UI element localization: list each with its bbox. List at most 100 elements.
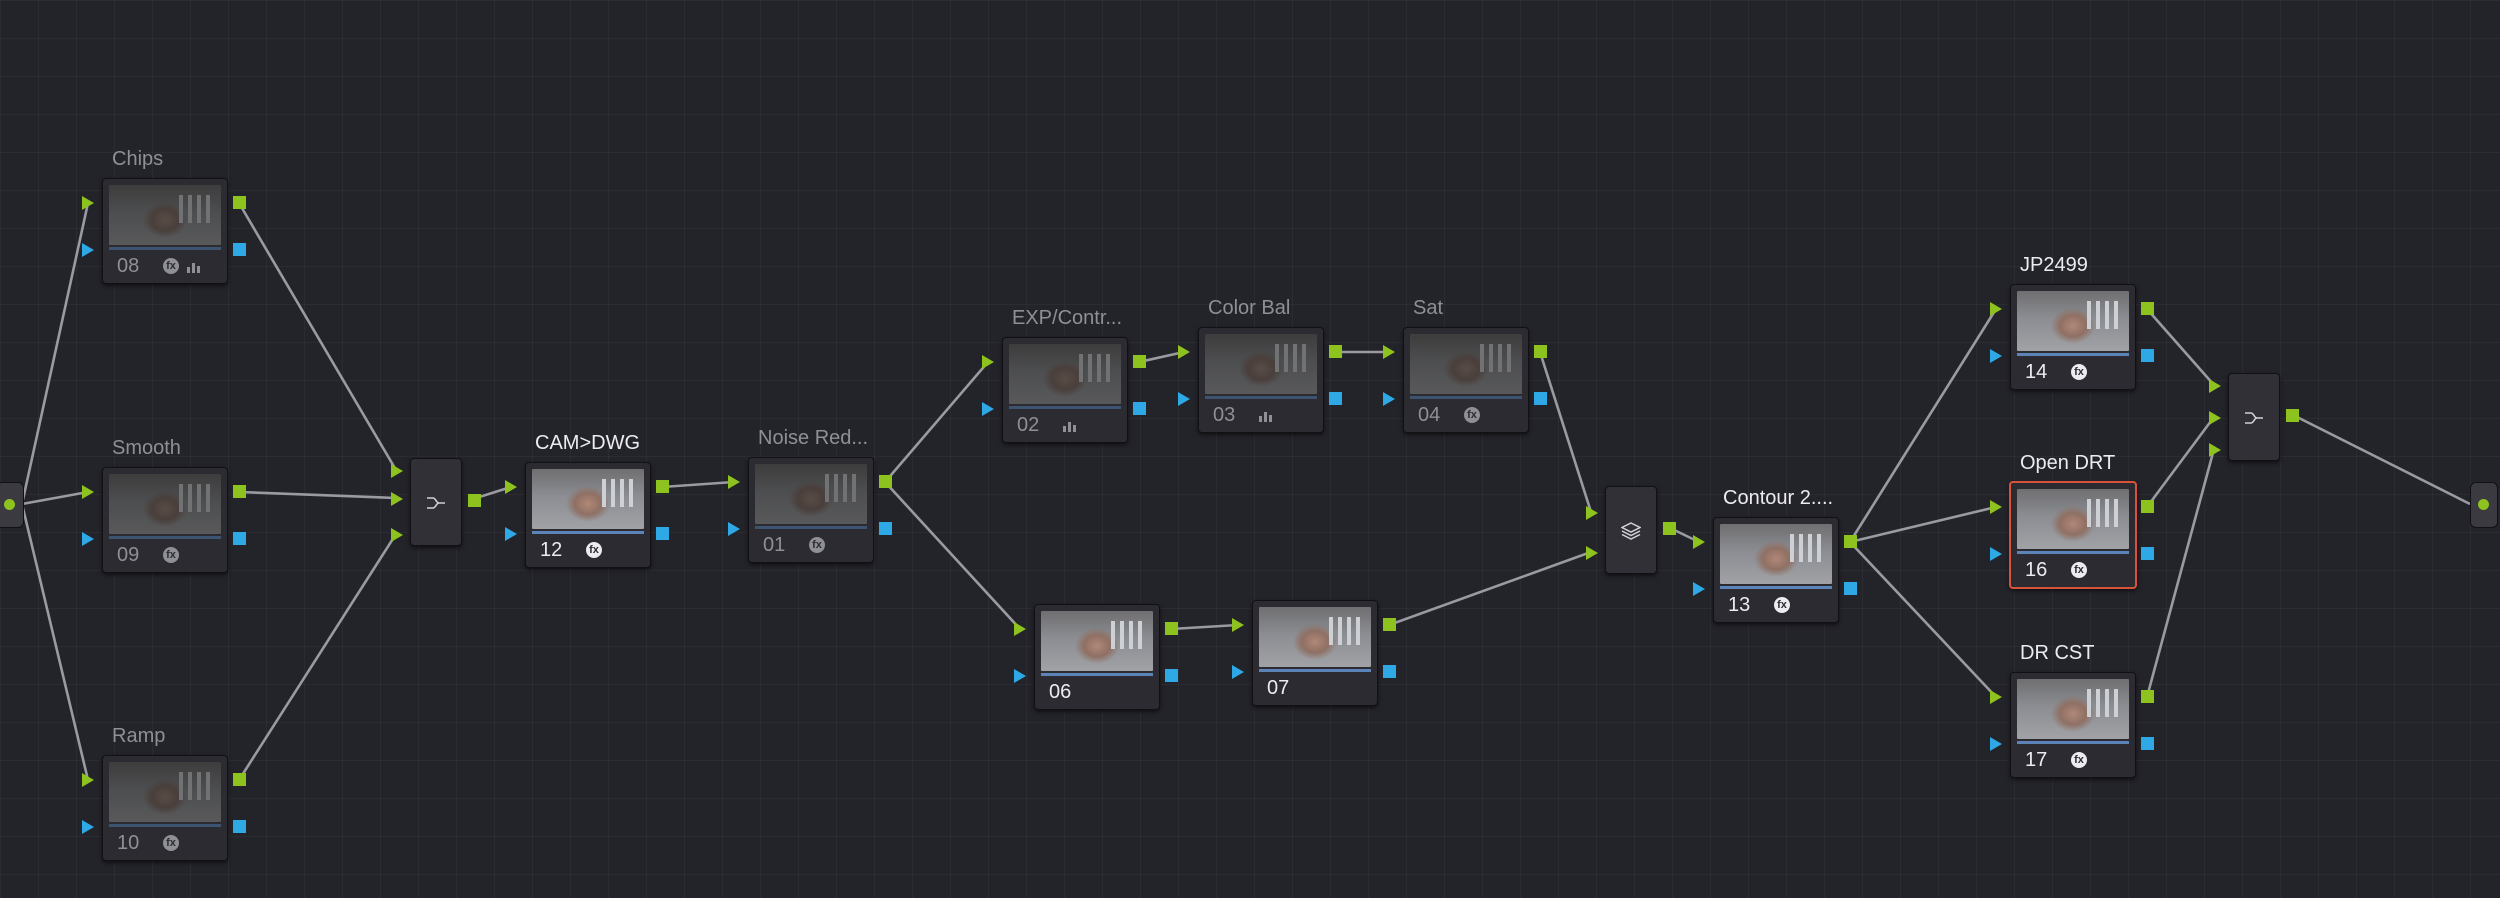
connection-wire[interactable]	[1849, 505, 1997, 544]
rgb-input-port[interactable]	[1990, 690, 2002, 704]
rgb-output-port[interactable]	[1383, 618, 1396, 631]
node-body[interactable]: 04 fx	[1403, 327, 1529, 433]
rgb-output-port[interactable]	[2141, 302, 2154, 315]
rgb-input-port[interactable]	[1990, 302, 2002, 316]
rgb-input-port[interactable]	[1586, 546, 1598, 560]
connection-wire[interactable]	[661, 480, 735, 489]
rgb-input-port[interactable]	[391, 528, 403, 542]
node-graph-canvas[interactable]: Chips 08 fx Smooth 09 fx Ramp 10 fx CAM>DWG 12 fx No…	[0, 0, 2500, 898]
rgb-output-port[interactable]	[656, 480, 669, 493]
rgb-input-port[interactable]	[1014, 622, 1026, 636]
output-endpoint[interactable]	[2470, 482, 2498, 528]
key-output-port[interactable]	[1329, 392, 1342, 405]
key-input-port[interactable]	[1693, 582, 1705, 596]
key-output-port[interactable]	[2141, 349, 2154, 362]
key-output-port[interactable]	[2141, 737, 2154, 750]
rgb-input-port[interactable]	[1693, 535, 1705, 549]
key-output-port[interactable]	[1133, 402, 1146, 415]
rgb-input-port[interactable]	[391, 492, 403, 506]
connection-wire[interactable]	[2145, 416, 2216, 508]
rgb-input-port[interactable]	[82, 773, 94, 787]
node-body[interactable]: 12 fx	[525, 462, 651, 568]
rgb-input-port[interactable]	[1383, 345, 1395, 359]
key-input-port[interactable]	[82, 243, 94, 257]
key-input-port[interactable]	[1990, 547, 2002, 561]
rgb-output-port[interactable]	[879, 475, 892, 488]
rgb-output-port[interactable]	[2141, 500, 2154, 513]
rgb-output-port[interactable]	[233, 773, 246, 786]
key-output-port[interactable]	[1844, 582, 1857, 595]
rgb-input-port[interactable]	[82, 485, 94, 499]
node-body[interactable]: 08 fx	[102, 178, 228, 284]
key-output-port[interactable]	[2141, 547, 2154, 560]
parallel-mixer-2[interactable]	[2209, 373, 2299, 461]
layer-mixer[interactable]	[1586, 486, 1676, 574]
node-body[interactable]: 17 fx	[2010, 672, 2136, 778]
rgb-input-port[interactable]	[505, 480, 517, 494]
rgb-input-port[interactable]	[391, 464, 403, 478]
node-body[interactable]: 10 fx	[102, 755, 228, 861]
key-output-port[interactable]	[1165, 669, 1178, 682]
rgb-output-port[interactable]	[1534, 345, 1547, 358]
connection-wire[interactable]	[2145, 448, 2216, 698]
connection-wire[interactable]	[884, 481, 1021, 630]
connection-wire[interactable]	[21, 490, 89, 506]
connection-wire[interactable]	[1849, 541, 1997, 698]
rgb-output-port[interactable]	[233, 485, 246, 498]
key-output-port[interactable]	[879, 522, 892, 535]
rgb-output-port[interactable]	[233, 196, 246, 209]
key-output-port[interactable]	[656, 527, 669, 540]
rgb-input-port[interactable]	[1990, 500, 2002, 514]
key-output-port[interactable]	[233, 820, 246, 833]
rgb-input-port[interactable]	[2209, 379, 2221, 393]
rgb-input-port[interactable]	[982, 355, 994, 369]
node-body[interactable]: 16 fx	[2009, 481, 2137, 589]
key-input-port[interactable]	[1178, 392, 1190, 406]
key-output-port[interactable]	[1534, 392, 1547, 405]
connection-wire[interactable]	[1170, 623, 1239, 631]
rgb-output-port[interactable]	[1133, 355, 1146, 368]
rgb-output-port[interactable]	[1329, 345, 1342, 358]
rgb-output-port[interactable]	[1165, 622, 1178, 635]
node-body[interactable]: 09 fx	[102, 467, 228, 573]
node-body[interactable]: 02	[1002, 337, 1128, 443]
source-endpoint[interactable]	[0, 482, 24, 528]
rgb-output-port[interactable]	[1844, 535, 1857, 548]
key-input-port[interactable]	[505, 527, 517, 541]
connection-wire[interactable]	[1848, 308, 1998, 543]
key-input-port[interactable]	[1014, 669, 1026, 683]
rgb-output-port[interactable]	[2286, 409, 2299, 422]
key-input-port[interactable]	[1232, 665, 1244, 679]
node-body[interactable]: 01 fx	[748, 457, 874, 563]
node-body[interactable]: 13 fx	[1713, 517, 1839, 623]
connection-wire[interactable]	[1388, 550, 1592, 627]
key-input-port[interactable]	[1383, 392, 1395, 406]
key-output-port[interactable]	[1383, 665, 1396, 678]
key-input-port[interactable]	[982, 402, 994, 416]
rgb-output-port[interactable]	[2141, 690, 2154, 703]
connection-wire[interactable]	[884, 361, 989, 483]
rgb-input-port[interactable]	[1232, 618, 1244, 632]
node-body[interactable]: 14 fx	[2010, 284, 2136, 390]
connection-wire[interactable]	[20, 503, 90, 781]
key-input-port[interactable]	[1990, 349, 2002, 363]
connection-wire[interactable]	[20, 202, 90, 505]
node-body[interactable]: 07	[1252, 600, 1378, 706]
parallel-mixer-1[interactable]	[391, 458, 481, 546]
key-output-port[interactable]	[233, 532, 246, 545]
rgb-input-port[interactable]	[728, 475, 740, 489]
node-body[interactable]: 06	[1034, 604, 1160, 710]
rgb-output-port[interactable]	[1663, 522, 1676, 535]
connection-wire[interactable]	[237, 533, 398, 781]
rgb-output-port[interactable]	[468, 494, 481, 507]
key-input-port[interactable]	[82, 820, 94, 834]
rgb-input-port[interactable]	[1178, 345, 1190, 359]
connection-wire[interactable]	[1538, 351, 1593, 513]
connection-wire[interactable]	[238, 490, 397, 500]
rgb-input-port[interactable]	[82, 196, 94, 210]
rgb-input-port[interactable]	[2209, 443, 2221, 457]
node-body[interactable]: 03	[1198, 327, 1324, 433]
key-output-port[interactable]	[233, 243, 246, 256]
key-input-port[interactable]	[728, 522, 740, 536]
connection-wire[interactable]	[237, 202, 398, 471]
